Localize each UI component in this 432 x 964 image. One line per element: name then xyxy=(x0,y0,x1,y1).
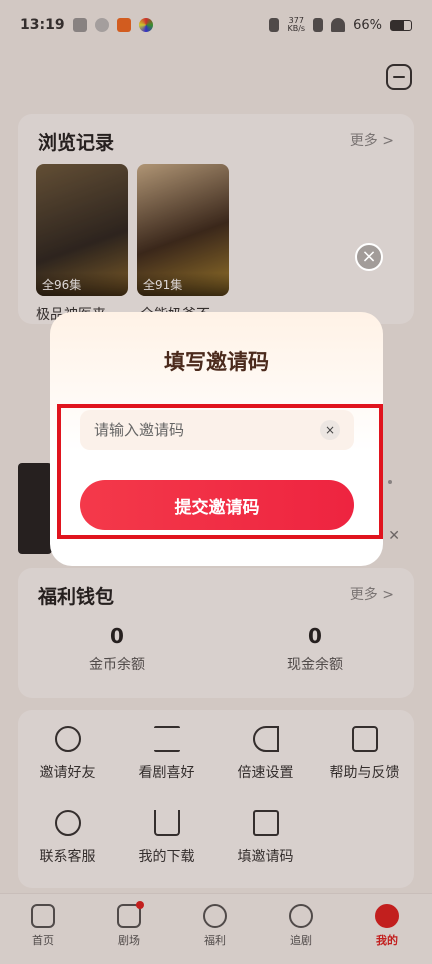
dialog-title: 填写邀请码 xyxy=(164,350,269,374)
highlight-box xyxy=(57,404,383,539)
close-dialog-icon[interactable]: × xyxy=(355,243,383,271)
